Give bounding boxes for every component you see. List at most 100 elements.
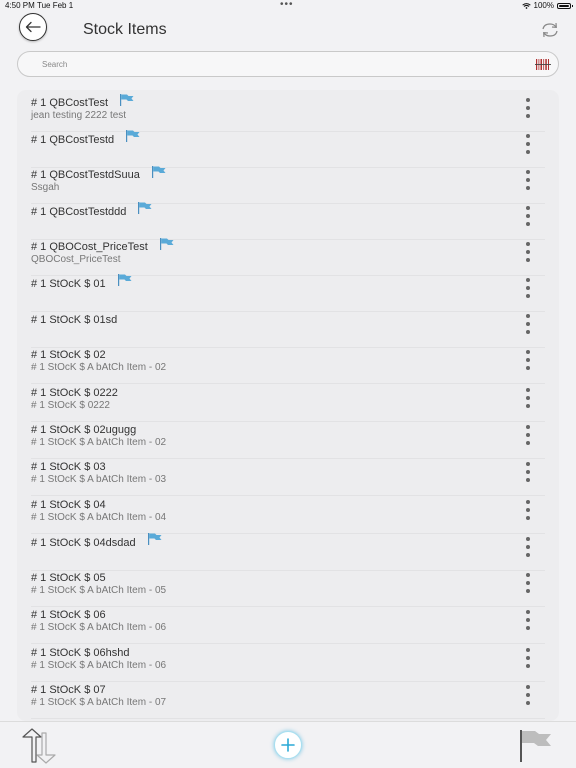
item-name: # 1 StOcK $ 02 [31, 349, 106, 361]
more-options-icon[interactable] [520, 462, 536, 482]
more-options-icon[interactable] [520, 206, 536, 226]
more-options-icon[interactable] [520, 314, 536, 334]
list-item[interactable]: # 1 QBCostTest jean testing 2222 test [17, 94, 559, 132]
list-item[interactable]: # 1 StOcK $ 01 [17, 274, 559, 312]
item-subtitle: # 1 StOcK $ A bAtCh Item - 05 [31, 585, 167, 596]
list-item[interactable]: # 1 StOcK $ 04 # 1 StOcK $ A bAtCh Item -… [17, 498, 559, 534]
list-item[interactable]: # 1 QBCostTestddd [17, 202, 559, 240]
item-name: # 1 StOcK $ 02ugugg [31, 424, 137, 436]
list-item[interactable]: # 1 StOcK $ 01sd [17, 312, 559, 348]
plus-icon [281, 738, 295, 752]
flag-filter-icon[interactable] [517, 728, 553, 764]
item-name: # 1 QBCostTestddd [31, 206, 127, 218]
item-subtitle: # 1 StOcK $ A bAtCh Item - 03 [31, 474, 167, 485]
navigation-bar: Stock Items [0, 12, 576, 48]
more-options-icon[interactable] [520, 278, 536, 298]
item-name: # 1 QBCostTestd [31, 134, 115, 146]
more-options-icon[interactable] [520, 425, 536, 445]
sort-arrows-icon[interactable] [18, 728, 60, 764]
more-options-icon[interactable] [520, 388, 536, 408]
list-item[interactable]: # 1 StOcK $ 04dsdad [17, 533, 559, 571]
flag-icon [138, 202, 152, 214]
flag-icon [159, 238, 174, 250]
item-name: # 1 StOcK $ 01 [31, 278, 106, 290]
row-divider [31, 495, 545, 496]
row-divider [31, 421, 545, 422]
row-divider [31, 606, 545, 607]
item-subtitle: # 1 StOcK $ A bAtCh Item - 06 [31, 660, 167, 671]
barcode-icon[interactable] [535, 58, 551, 71]
flag-icon [147, 533, 162, 545]
more-options-icon[interactable] [520, 648, 536, 668]
back-button[interactable] [19, 13, 47, 41]
list-item[interactable]: # 1 StOcK $ 07 # 1 StOcK $ A bAtCh Item -… [17, 683, 559, 719]
battery-percent: 100% [533, 1, 554, 10]
row-divider [31, 383, 545, 384]
item-name: # 1 StOcK $ 03 [31, 461, 106, 473]
item-subtitle: # 1 StOcK $ 0222 [31, 400, 110, 411]
item-subtitle: # 1 StOcK $ A bAtCh Item - 07 [31, 697, 167, 708]
item-subtitle: # 1 StOcK $ A bAtCh Item - 02 [31, 437, 167, 448]
row-divider [31, 458, 545, 459]
list-item[interactable]: # 1 QBCostTestd [17, 130, 559, 168]
list-item[interactable]: # 1 StOcK $ 06 # 1 StOcK $ A bAtCh Item -… [17, 608, 559, 644]
row-divider [31, 533, 545, 534]
search-bar [17, 51, 559, 77]
page-title: Stock Items [83, 21, 167, 38]
row-divider [31, 718, 545, 719]
item-name: # 1 StOcK $ 07 [31, 684, 106, 696]
item-subtitle: Ssgah [31, 182, 60, 193]
more-options-icon[interactable] [520, 350, 536, 370]
more-options-icon[interactable] [520, 98, 536, 118]
list-item[interactable]: # 1 StOcK $ 05 # 1 StOcK $ A bAtCh Item -… [17, 571, 559, 607]
more-options-icon[interactable] [520, 242, 536, 262]
more-options-icon[interactable] [520, 170, 536, 190]
item-name: # 1 QBCostTest [31, 97, 109, 109]
list-item[interactable]: # 1 StOcK $ 03 # 1 StOcK $ A bAtCh Item -… [17, 460, 559, 496]
row-divider [31, 681, 545, 682]
flag-icon [120, 94, 134, 106]
more-options-icon[interactable] [520, 134, 536, 154]
item-name: # 1 StOcK $ 04 [31, 499, 106, 511]
wifi-icon [521, 2, 531, 9]
item-name: # 1 StOcK $ 0222 [31, 387, 118, 399]
back-arrow-icon [25, 21, 41, 33]
item-name: # 1 StOcK $ 04dsdad [31, 537, 136, 549]
item-name: # 1 QBOCost_PriceTest [31, 241, 148, 253]
search-input[interactable] [42, 55, 512, 73]
more-options-icon[interactable] [520, 685, 536, 705]
more-options-icon[interactable] [520, 573, 536, 593]
multitasking-dots-icon[interactable]: ••• [280, 0, 294, 10]
battery-icon [557, 2, 573, 9]
flag-icon [151, 166, 166, 178]
item-subtitle: # 1 StOcK $ A bAtCh Item - 02 [31, 362, 167, 373]
list-item[interactable]: # 1 StOcK $ 0222 # 1 StOcK $ 0222 [17, 386, 559, 422]
more-options-icon[interactable] [520, 610, 536, 630]
status-time: 4:50 PM [5, 1, 35, 10]
item-subtitle: # 1 StOcK $ A bAtCh Item - 06 [31, 622, 167, 633]
add-item-button[interactable] [274, 731, 302, 759]
sync-icon[interactable] [540, 21, 560, 39]
more-options-icon[interactable] [520, 500, 536, 520]
item-name: # 1 StOcK $ 01sd [31, 314, 118, 326]
row-divider [31, 643, 545, 644]
status-bar: 4:50 PM Tue Feb 1 ••• 100% [0, 0, 576, 12]
item-subtitle: # 1 StOcK $ A bAtCh Item - 04 [31, 512, 167, 523]
item-name: # 1 QBCostTestdSuua [31, 169, 140, 181]
item-subtitle: QBOCost_PriceTest [31, 254, 121, 265]
list-item[interactable]: # 1 StOcK $ 02 # 1 StOcK $ A bAtCh Item -… [17, 348, 559, 384]
bottom-toolbar [0, 721, 576, 768]
item-name: # 1 StOcK $ 06 [31, 609, 106, 621]
flag-icon [126, 130, 140, 142]
flag-icon [117, 274, 132, 286]
status-date: Tue Feb 1 [37, 1, 74, 10]
item-subtitle: jean testing 2222 test [31, 110, 127, 121]
stock-items-list: # 1 QBCostTest jean testing 2222 test # 1 … [17, 90, 559, 721]
list-item[interactable]: # 1 StOcK $ 06hshd # 1 StOcK $ A bAtCh It… [17, 646, 559, 682]
list-item[interactable]: # 1 QBCostTestdSuua Ssgah [17, 166, 559, 204]
item-name: # 1 StOcK $ 05 [31, 572, 106, 584]
list-item[interactable]: # 1 QBOCost_PriceTest QBOCost_PriceTest [17, 238, 559, 276]
list-item[interactable]: # 1 StOcK $ 02ugugg # 1 StOcK $ A bAtCh I… [17, 423, 559, 459]
item-name: # 1 StOcK $ 06hshd [31, 647, 130, 659]
more-options-icon[interactable] [520, 537, 536, 557]
